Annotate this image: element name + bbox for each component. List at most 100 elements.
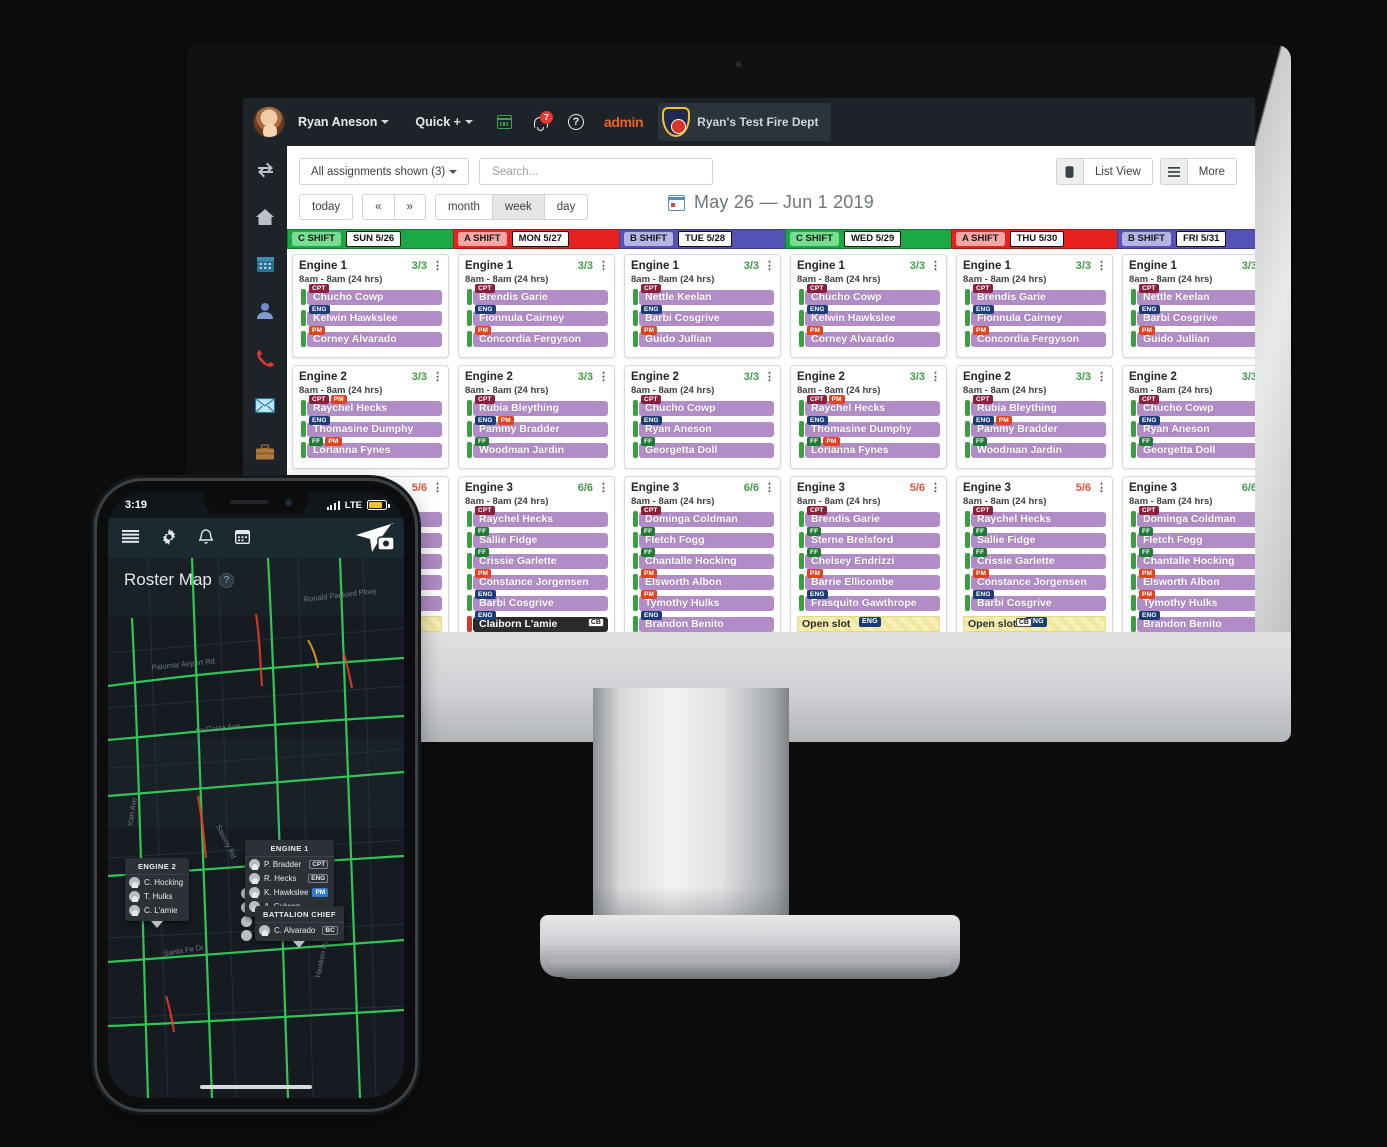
roster-member[interactable]: FF Fletch Fogg bbox=[1129, 527, 1255, 548]
roster-member[interactable]: ENG Barbi Cosgrive bbox=[1129, 305, 1255, 326]
roster-member[interactable]: ENG Brandon Benito bbox=[1129, 611, 1255, 632]
notifications-button[interactable]: 7 bbox=[523, 110, 557, 131]
roster-member[interactable]: CPT PM Raychel Hecks bbox=[797, 395, 940, 416]
roster-member[interactable]: PM Barrie Ellicombe bbox=[797, 569, 940, 590]
calendar-icon[interactable] bbox=[234, 529, 251, 547]
roster-member[interactable]: PM Constance Jorgensen bbox=[465, 569, 608, 590]
search-input[interactable]: Search... bbox=[479, 158, 714, 185]
assignment-card[interactable]: Engine 13/3⋮8am - 8am (24 hrs)CPTNettle … bbox=[624, 254, 781, 358]
roster-member[interactable]: PM Tymothy Hulks bbox=[631, 590, 774, 611]
assignments-filter-select[interactable]: All assignments shown (3) bbox=[299, 158, 470, 185]
assignment-card[interactable]: Engine 3 5/6 ⋮ 8am - 8am (24 hrs) CPT Raychel… bbox=[956, 476, 1113, 643]
more-button[interactable]: More bbox=[1159, 158, 1237, 185]
prev-button[interactable]: « bbox=[362, 194, 395, 220]
roster-member[interactable]: FF Chantalle Hocking bbox=[631, 548, 774, 569]
roster-member[interactable]: CPT Brendis Garie bbox=[465, 284, 608, 305]
assignment-card[interactable]: Engine 23/3⋮8am - 8am (24 hrs)CPTChucho … bbox=[1122, 365, 1255, 469]
assignment-card[interactable]: Engine 36/6⋮8am - 8am (24 hrs)CPTDominga… bbox=[624, 476, 781, 643]
roster-member[interactable]: ENG Kelwin Hawkslee bbox=[299, 305, 442, 326]
help-button[interactable]: ? bbox=[557, 114, 595, 130]
assignment-card[interactable]: Engine 1 3/3 ⋮ 8am - 8am (24 hrs) CPT Brendis… bbox=[458, 254, 615, 358]
roster-member[interactable]: PM Concordia Fergyson bbox=[465, 326, 608, 347]
roster-member[interactable]: CPT Rubia Bleything bbox=[465, 395, 608, 416]
roster-member[interactable]: FF PM Lorianna Fynes bbox=[797, 437, 940, 458]
roster-member[interactable]: ENG Barbi Cosgrive bbox=[465, 590, 608, 611]
card-menu-icon[interactable]: ⋮ bbox=[432, 372, 443, 383]
roster-member[interactable]: FF Crissie Garlette bbox=[465, 548, 608, 569]
roster-member[interactable]: ENG Kelwin Hawkslee bbox=[797, 305, 940, 326]
card-menu-icon[interactable]: ⋮ bbox=[764, 372, 775, 383]
assignment-card[interactable]: Engine 23/3⋮8am - 8am (24 hrs)CPTChucho … bbox=[624, 365, 781, 469]
card-menu-icon[interactable]: ⋮ bbox=[1096, 483, 1107, 494]
day-view-button[interactable]: day bbox=[544, 194, 589, 220]
roster-member[interactable]: PM Tymothy Hulks bbox=[1129, 590, 1255, 611]
card-menu-icon[interactable]: ⋮ bbox=[598, 483, 609, 494]
sidebar-item-mail[interactable] bbox=[255, 395, 275, 415]
assignment-card[interactable]: Engine 3 6/6 ⋮ 8am - 8am (24 hrs) CPT Raychel… bbox=[458, 476, 615, 643]
menu-icon[interactable] bbox=[122, 530, 139, 546]
department-selector[interactable]: Ryan's Test Fire Dept bbox=[658, 103, 831, 141]
roster-member[interactable]: CPT Chucho Cowp bbox=[299, 284, 442, 305]
roster-member[interactable]: CPT Raychel Hecks bbox=[465, 506, 608, 527]
roster-member[interactable]: CPT Rubia Bleything bbox=[963, 395, 1106, 416]
next-button[interactable]: » bbox=[394, 194, 426, 220]
roster-member[interactable]: CPT Nettle Keelan bbox=[631, 284, 774, 305]
roster-member[interactable]: CPT Raychel Hecks bbox=[963, 506, 1106, 527]
assignment-card[interactable]: Engine 13/3⋮8am - 8am (24 hrs)CPTNettle … bbox=[1122, 254, 1255, 358]
card-menu-icon[interactable]: ⋮ bbox=[598, 261, 609, 272]
roster-member[interactable]: ENG PM Pammy Bradder bbox=[963, 416, 1106, 437]
roster-member[interactable]: ENG PM Pammy Bradder bbox=[465, 416, 608, 437]
roster-member[interactable]: CPT Brendis Garie bbox=[797, 506, 940, 527]
roster-member[interactable]: CPT Dominga Coldman bbox=[631, 506, 774, 527]
roster-member[interactable]: PM Guido Jullian bbox=[631, 326, 774, 347]
roster-member[interactable]: ENG Thomasine Dumphy bbox=[797, 416, 940, 437]
roster-member[interactable]: PM Corney Alvarado bbox=[299, 326, 442, 347]
send-icon[interactable] bbox=[352, 521, 396, 555]
roster-member[interactable]: ENG Fionnula Cairney bbox=[963, 305, 1106, 326]
roster-member[interactable]: PM Constance Jorgensen bbox=[963, 569, 1106, 590]
card-menu-icon[interactable]: ⋮ bbox=[1096, 372, 1107, 383]
map-pin[interactable] bbox=[241, 930, 252, 941]
sidebar-item-home[interactable] bbox=[255, 207, 275, 227]
roster-member[interactable]: CPT Dominga Coldman bbox=[1129, 506, 1255, 527]
roster-member[interactable]: ENG Brandon Benito bbox=[631, 611, 774, 632]
roster-member[interactable]: ENG Barbi Cosgrive bbox=[631, 305, 774, 326]
avatar[interactable] bbox=[253, 106, 285, 138]
user-menu[interactable]: Ryan Aneson bbox=[285, 115, 402, 129]
sidebar-item-shift-trade[interactable] bbox=[255, 160, 275, 180]
bell-icon[interactable] bbox=[197, 528, 215, 548]
card-menu-icon[interactable]: ⋮ bbox=[930, 372, 941, 383]
roster-member[interactable]: ENG Ryan Aneson bbox=[631, 416, 774, 437]
calendar-button[interactable] bbox=[486, 115, 523, 129]
assignment-card[interactable]: Engine 1 3/3 ⋮ 8am - 8am (24 hrs) CPT Chucho … bbox=[790, 254, 947, 358]
roster-member[interactable]: ENG Claiborn L'amie CB bbox=[465, 611, 608, 632]
roster-member[interactable]: FF Georgetta Doll bbox=[1129, 437, 1255, 458]
roster-member[interactable]: PM Elsworth Albon bbox=[631, 569, 774, 590]
sidebar-item-staffing[interactable] bbox=[255, 301, 275, 321]
assignment-card[interactable]: Engine 3 5/6 ⋮ 8am - 8am (24 hrs) CPT Brendis… bbox=[790, 476, 947, 643]
roster-member[interactable]: CPT Chucho Cowp bbox=[631, 395, 774, 416]
roster-member[interactable]: ENG Barbi Cosgrive bbox=[963, 590, 1106, 611]
roster-member[interactable]: FF Sallie Fidge bbox=[465, 527, 608, 548]
assignment-card[interactable]: Engine 2 3/3 ⋮ 8am - 8am (24 hrs) CPT PM Raych… bbox=[292, 365, 449, 469]
sidebar-item-phone[interactable] bbox=[255, 348, 275, 368]
list-view-button[interactable]: List View bbox=[1055, 158, 1153, 185]
roster-map[interactable]: Ronald Packard Pkwy Palomar Airport Rd L… bbox=[108, 558, 404, 1098]
assignment-card[interactable]: Engine 2 3/3 ⋮ 8am - 8am (24 hrs) CPT Rubia B… bbox=[458, 365, 615, 469]
assignment-card[interactable]: Engine 1 3/3 ⋮ 8am - 8am (24 hrs) CPT Chucho … bbox=[292, 254, 449, 358]
quick-add-menu[interactable]: Quick + bbox=[402, 115, 486, 129]
roster-member[interactable]: FF Woodman Jardin bbox=[465, 437, 608, 458]
roster-member[interactable]: FF Fletch Fogg bbox=[631, 527, 774, 548]
card-menu-icon[interactable]: ⋮ bbox=[1096, 261, 1107, 272]
card-menu-icon[interactable]: ⋮ bbox=[764, 483, 775, 494]
roster-member[interactable]: PM Corney Alvarado bbox=[797, 326, 940, 347]
roster-member[interactable]: FF Woodman Jardin bbox=[963, 437, 1106, 458]
roster-member[interactable]: ENG Fionnula Cairney bbox=[465, 305, 608, 326]
map-pin[interactable] bbox=[241, 916, 252, 927]
map-unit-tooltip[interactable]: ENGINE 2 C. Hocking T. Hulks C. L'amie bbox=[125, 858, 190, 928]
roster-member[interactable]: PM Concordia Fergyson bbox=[963, 326, 1106, 347]
card-menu-icon[interactable]: ⋮ bbox=[764, 261, 775, 272]
roster-member[interactable]: FF PM Lorianna Fynes bbox=[299, 437, 442, 458]
roster-member[interactable]: CPT Chucho Cowp bbox=[1129, 395, 1255, 416]
month-view-button[interactable]: month bbox=[434, 194, 493, 220]
